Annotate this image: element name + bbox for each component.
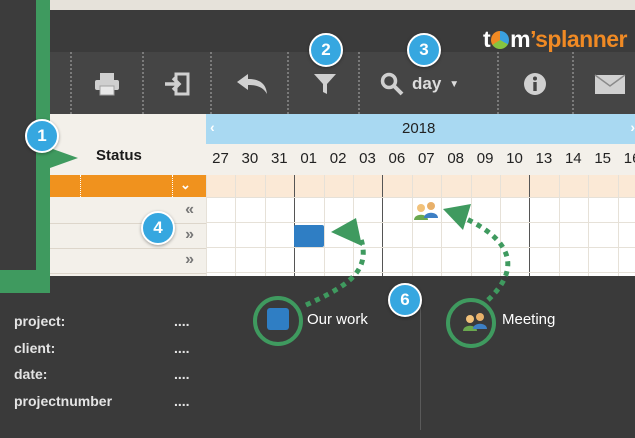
expand-arrow-icon[interactable]: »	[185, 251, 194, 269]
grid-column-line	[235, 175, 237, 276]
grid-column-line	[529, 175, 531, 276]
filter-icon	[314, 74, 336, 94]
toolbar-separator	[572, 52, 574, 114]
day-header-16[interactable]: 16	[618, 150, 635, 167]
task-row[interactable]: »	[50, 249, 206, 274]
undo-button[interactable]	[232, 70, 272, 98]
day-header-01[interactable]: 01	[294, 150, 323, 167]
filter-button[interactable]	[310, 70, 340, 98]
chevron-down-icon: ▼	[449, 78, 460, 90]
grid-column-line	[441, 175, 443, 276]
mail-button[interactable]	[592, 70, 628, 98]
info-divider	[420, 300, 421, 430]
task-row[interactable]: «	[50, 199, 206, 224]
day-header-27[interactable]: 27	[206, 150, 235, 167]
callout-badge-4: 4	[141, 211, 175, 245]
toolbar-separator	[142, 52, 144, 114]
import-button[interactable]	[160, 70, 194, 98]
grid-column-line	[588, 175, 590, 276]
info-label-date: date:	[14, 366, 48, 382]
view-select[interactable]: day ▼	[380, 70, 490, 98]
day-header-06[interactable]: 06	[382, 150, 411, 167]
search-icon	[380, 72, 404, 96]
grid-column-line	[206, 175, 207, 276]
legend-meeting-label: Meeting	[502, 311, 556, 328]
chevron-down-icon[interactable]: ⌄	[180, 177, 191, 193]
info-label-client: client:	[14, 340, 56, 356]
day-header-08[interactable]: 08	[441, 150, 470, 167]
grid-row-line	[206, 197, 635, 198]
legend-our-work-swatch	[267, 308, 289, 330]
task-row[interactable]: »	[50, 224, 206, 249]
print-button[interactable]	[90, 70, 124, 98]
grid-column-line	[264, 175, 266, 276]
row-divider	[80, 175, 81, 197]
day-header-09[interactable]: 09	[471, 150, 500, 167]
info-label-projectnumber: projectnumber	[14, 393, 113, 409]
grid-column-line	[500, 175, 501, 276]
grid-column-line	[411, 175, 413, 276]
info-label-project: project:	[14, 313, 66, 329]
year-label: 2018	[402, 120, 436, 137]
group-row-cells	[206, 175, 635, 197]
day-header-07[interactable]: 07	[412, 150, 441, 167]
day-header-02[interactable]: 02	[324, 150, 353, 167]
toolbar-separator	[287, 52, 289, 114]
import-icon	[165, 72, 190, 96]
timeline-grid[interactable]	[206, 175, 635, 276]
info-value-projectnumber[interactable]: ....	[174, 393, 190, 409]
grid-row-line	[206, 272, 635, 273]
legend-our-work-label: Our work	[307, 311, 368, 328]
meeting-icon	[463, 313, 487, 331]
day-header-10[interactable]: 10	[500, 150, 529, 167]
callout-badge-6: 6	[388, 283, 422, 317]
info-value-client[interactable]: ....	[174, 340, 190, 356]
collapse-arrow-icon[interactable]: «	[185, 201, 194, 219]
grid-column-line	[353, 175, 354, 276]
callout-badge-3: 3	[407, 33, 441, 67]
task-bar[interactable]	[294, 225, 324, 247]
grid-column-line	[558, 175, 560, 276]
day-header-14[interactable]: 14	[559, 150, 588, 167]
top-strip	[0, 0, 635, 10]
info-value-date[interactable]: ....	[174, 366, 190, 382]
day-header-03[interactable]: 03	[353, 150, 382, 167]
grid-column-line	[382, 175, 384, 276]
grid-row-line	[206, 222, 635, 223]
logo-ball-icon	[491, 31, 510, 49]
info-button[interactable]	[520, 70, 550, 98]
status-column-header[interactable]: Status	[96, 147, 142, 164]
pointer-arrow-icon	[50, 148, 78, 168]
day-header-30[interactable]: 30	[235, 150, 264, 167]
next-arrow-icon[interactable]: ›	[630, 119, 635, 135]
info-icon	[524, 73, 546, 95]
callout-badge-1: 1	[25, 119, 59, 153]
day-header-15[interactable]: 15	[588, 150, 617, 167]
app-logo: t m’splanner	[482, 26, 628, 52]
expand-arrow-icon[interactable]: »	[185, 226, 194, 244]
undo-icon	[237, 74, 267, 94]
grid-column-line	[470, 175, 472, 276]
year-header: ‹ 2018 ›	[206, 114, 635, 144]
toolbar-separator	[210, 52, 212, 114]
row-divider	[172, 175, 173, 197]
info-value-project[interactable]: ....	[174, 313, 190, 329]
callout-badge-2: 2	[309, 33, 343, 67]
view-mode-label: day	[412, 74, 442, 93]
group-row[interactable]: ⌄	[50, 175, 206, 197]
day-header-31[interactable]: 31	[265, 150, 294, 167]
days-header: 273031010203060708091013141516	[206, 144, 635, 175]
previous-arrow-icon[interactable]: ‹	[210, 119, 215, 135]
day-header-13[interactable]: 13	[529, 150, 558, 167]
meeting-icon[interactable]	[413, 200, 439, 220]
grid-column-line	[617, 175, 619, 276]
printer-icon	[95, 73, 119, 96]
grid-row-line	[206, 247, 635, 248]
toolbar-separator	[70, 52, 72, 114]
toolbar-separator	[497, 52, 499, 114]
toolbar-separator	[358, 52, 360, 114]
mail-icon	[594, 74, 626, 94]
